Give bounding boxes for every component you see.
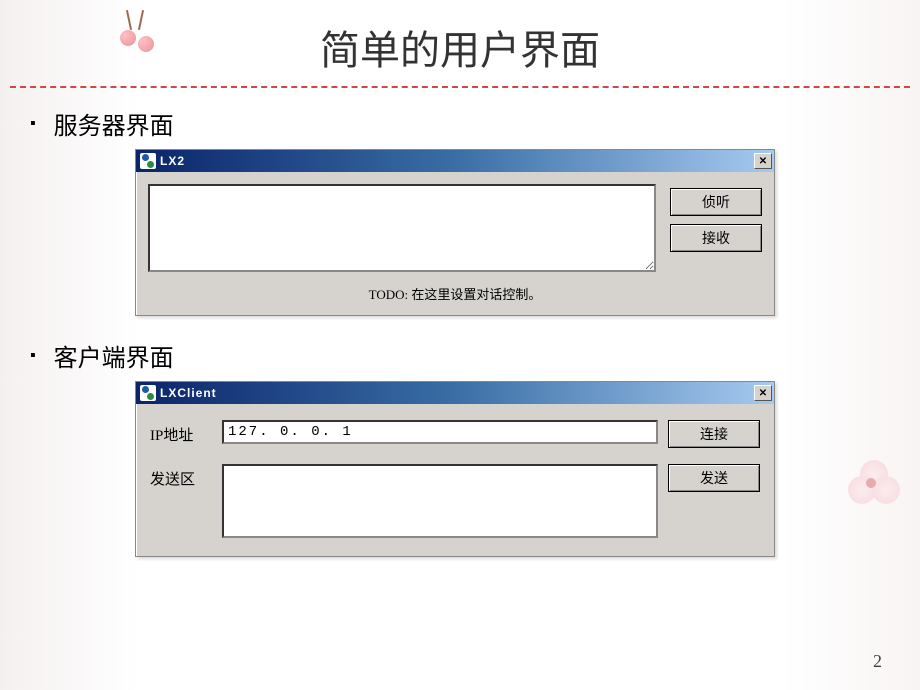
close-icon[interactable]: ✕	[754, 385, 772, 401]
receive-button[interactable]: 接收	[670, 224, 762, 252]
bullet-label: 客户端界面	[54, 338, 174, 373]
server-window-title: LX2	[160, 154, 754, 168]
app-icon	[140, 153, 156, 169]
page-number: 2	[873, 651, 882, 672]
bullet-server: ▪ 服务器界面	[30, 106, 890, 141]
connect-button[interactable]: 连接	[668, 420, 760, 448]
bullet-marker: ▪	[30, 347, 36, 365]
close-icon[interactable]: ✕	[754, 153, 772, 169]
listen-button[interactable]: 侦听	[670, 188, 762, 216]
client-titlebar[interactable]: LXClient ✕	[136, 382, 774, 404]
server-titlebar[interactable]: LX2 ✕	[136, 150, 774, 172]
app-icon	[140, 385, 156, 401]
client-window-title: LXClient	[160, 386, 754, 400]
flower-decoration	[830, 450, 910, 550]
server-log-textarea[interactable]	[148, 184, 656, 272]
send-button[interactable]: 发送	[668, 464, 760, 492]
server-window: LX2 ✕ 侦听 接收 TODO: 在这里设置对话控制。	[135, 149, 775, 316]
cherry-decoration	[110, 10, 160, 65]
ip-label: IP地址	[150, 420, 212, 445]
bullet-label: 服务器界面	[54, 106, 174, 141]
bullet-marker: ▪	[30, 115, 36, 133]
client-window: LXClient ✕ IP地址 连接 发送区 发送	[135, 381, 775, 557]
bullet-client: ▪ 客户端界面	[30, 338, 890, 373]
ip-address-input[interactable]	[222, 420, 658, 444]
todo-text: TODO: 在这里设置对话控制。	[148, 284, 762, 303]
send-textarea[interactable]	[222, 464, 658, 538]
send-area-label: 发送区	[150, 464, 212, 489]
